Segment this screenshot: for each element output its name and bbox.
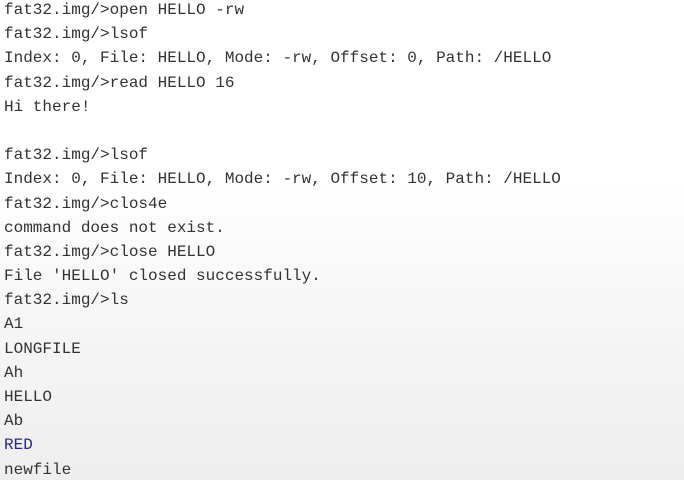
file-entry: Ab (4, 412, 24, 431)
prompt-line: fat32.img/>lsof (4, 146, 149, 165)
prompt-line: fat32.img/>close HELLO (4, 242, 216, 261)
file-entry: newfile (4, 460, 72, 479)
prompt-line: fat32.img/>lsof (4, 25, 149, 44)
error-line: command does not exist. (4, 218, 225, 237)
file-entry: Ah (4, 363, 24, 382)
output-line: File 'HELLO' closed successfully. (4, 267, 321, 286)
directory-entry: RED (4, 436, 33, 455)
file-entry: A1 (4, 315, 24, 334)
prompt-line: fat32.img/>open HELLO -rw (4, 1, 245, 19)
prompt-line: fat32.img/>read HELLO 16 (4, 73, 235, 92)
prompt-line: fat32.img/>clos4e (4, 194, 168, 213)
terminal-output[interactable]: fat32.img/>open HELLO -rw fat32.img/>lso… (0, 0, 684, 480)
output-line: Index: 0, File: HELLO, Mode: -rw, Offset… (4, 49, 552, 68)
output-line: Index: 0, File: HELLO, Mode: -rw, Offset… (4, 170, 561, 189)
file-entry: HELLO (4, 388, 53, 406)
file-entry: LONGFILE (4, 339, 81, 358)
prompt-line: fat32.img/>ls (4, 291, 129, 310)
output-line: Hi there! (4, 97, 91, 116)
